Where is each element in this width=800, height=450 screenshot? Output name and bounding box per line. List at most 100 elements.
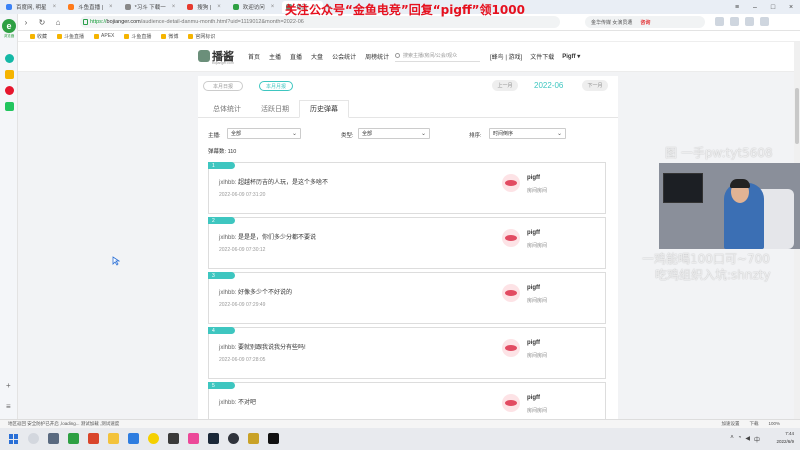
tab-overall[interactable]: 总体统计: [203, 100, 251, 118]
user-menu[interactable]: Pigff ▾: [562, 53, 580, 60]
avatar[interactable]: [502, 229, 520, 247]
chevron-up-icon[interactable]: ˄: [730, 435, 734, 444]
forward-icon[interactable]: ›: [20, 16, 32, 28]
tab-history-danmaku[interactable]: 历史弹幕: [299, 100, 349, 118]
header-link-game[interactable]: [蜂鸟 | 游戏]: [490, 52, 522, 61]
sender[interactable]: jxlhbb:: [219, 400, 236, 406]
start-menu-icon[interactable]: [9, 434, 19, 444]
recorder-app-icon[interactable]: [268, 433, 279, 444]
browser-logo-icon[interactable]: e: [2, 19, 16, 33]
anchor-name[interactable]: pigff: [527, 395, 540, 401]
scrollbar-thumb[interactable]: [795, 88, 799, 144]
sender[interactable]: jxlhbb:: [219, 345, 236, 351]
nav-market[interactable]: 大盘: [311, 52, 323, 61]
nav-weekly[interactable]: 周榜统计: [365, 52, 389, 61]
game-app-icon[interactable]: [188, 433, 199, 444]
maximize-icon[interactable]: □: [764, 0, 782, 14]
obs-app-icon[interactable]: [228, 433, 239, 444]
bookmarks-bar: 收藏 斗鱼直播 APEX 斗鱼直播 微博 官网标识: [0, 31, 800, 42]
extension-icon[interactable]: [715, 17, 724, 26]
browser-tab[interactable]: 欢迎访问 ×: [229, 1, 281, 13]
next-month-button[interactable]: 下一月: [582, 80, 608, 91]
avatar[interactable]: [502, 284, 520, 302]
volume-icon[interactable]: ◀: [745, 435, 750, 444]
media-app-icon[interactable]: [168, 433, 179, 444]
network-icon[interactable]: ◔: [738, 435, 742, 444]
sort-filter-select[interactable]: 时间倒序 ⌄: [489, 128, 566, 139]
folder-icon: [57, 33, 63, 39]
site-search-input[interactable]: 搜索主播/房间/公会/观众: [395, 50, 480, 62]
danmaku-message: jxlhbb: 要就别跟我说我分有些吗!: [219, 342, 306, 351]
site-logo[interactable]: 播酱 bojianger.com: [198, 48, 234, 65]
message-text: 不对吧: [238, 400, 257, 406]
nav-anchor[interactable]: 主播: [269, 52, 281, 61]
star-icon[interactable]: [5, 70, 14, 79]
menu-icon[interactable]: ≡: [6, 402, 11, 411]
close-icon[interactable]: ×: [53, 4, 57, 10]
browser-tab[interactable]: 斗鱼直播 | ×: [64, 1, 118, 13]
browser-tab[interactable]: 百度网, 明星 ×: [2, 1, 62, 13]
music-app-icon[interactable]: [148, 433, 159, 444]
bookmark-item[interactable]: 斗鱼直播: [57, 33, 84, 40]
stream-app-icon[interactable]: [248, 433, 259, 444]
bookmark-item[interactable]: APEX: [94, 33, 114, 39]
nav-live[interactable]: 直播: [290, 52, 302, 61]
sender[interactable]: jxlhbb:: [219, 235, 236, 241]
header-link-download[interactable]: 文件下载: [530, 52, 554, 61]
bookmark-item[interactable]: 官网标识: [188, 33, 215, 40]
folder-app-icon[interactable]: [108, 433, 119, 444]
close-window-icon[interactable]: ×: [782, 0, 800, 14]
home-icon[interactable]: ⌂: [52, 16, 64, 28]
browser-tab[interactable]: 搜狗 | ×: [183, 1, 226, 13]
app-icon[interactable]: [5, 102, 14, 111]
nav-guild[interactable]: 公会统计: [332, 52, 356, 61]
bookmark-item[interactable]: 斗鱼直播: [124, 33, 151, 40]
refresh-icon[interactable]: ↻: [36, 16, 48, 28]
browser-tab[interactable]: *习斗 下载一 ×: [121, 1, 182, 13]
browser-app-icon[interactable]: [68, 433, 79, 444]
menu-icon[interactable]: ≡: [728, 0, 746, 14]
ime-icon[interactable]: 中: [754, 435, 760, 444]
close-icon[interactable]: ×: [217, 4, 221, 10]
minimize-icon[interactable]: –: [746, 0, 764, 14]
anchor-name[interactable]: pigff: [527, 285, 540, 291]
add-icon[interactable]: +: [6, 381, 11, 390]
task-view-icon[interactable]: [48, 433, 59, 444]
steam-app-icon[interactable]: [208, 433, 219, 444]
prev-month-button[interactable]: 上一月: [492, 80, 518, 91]
favorites-icon[interactable]: [5, 54, 14, 63]
header-right: [蜂鸟 | 游戏] 文件下载 Pigff ▾: [490, 52, 580, 61]
anchor-name[interactable]: pigff: [527, 340, 540, 346]
nav-home[interactable]: 首页: [248, 52, 260, 61]
sender[interactable]: jxlhbb:: [219, 290, 236, 296]
status-accel[interactable]: 加速设置: [721, 421, 739, 427]
chat-app-icon[interactable]: [128, 433, 139, 444]
close-icon[interactable]: ×: [172, 4, 176, 10]
anchor-name[interactable]: pigff: [527, 230, 540, 236]
clock[interactable]: 7:44 2022/6/9: [776, 430, 794, 446]
tab-active-dates[interactable]: 活跃日期: [251, 100, 299, 118]
bookmark-item[interactable]: 收藏: [30, 33, 47, 40]
mode-monthly-pill[interactable]: 本月月报: [259, 81, 293, 91]
download-icon[interactable]: [730, 17, 739, 26]
avatar[interactable]: [502, 394, 520, 412]
status-zoom[interactable]: 100%: [768, 421, 780, 427]
close-icon[interactable]: ×: [109, 4, 113, 10]
settings-icon[interactable]: [745, 17, 754, 26]
browser-search-input[interactable]: 金华传媒 女演员遭 咨询: [585, 16, 705, 28]
close-icon[interactable]: ×: [271, 4, 275, 10]
search-icon[interactable]: [28, 433, 39, 444]
weibo-icon[interactable]: [5, 86, 14, 95]
anchor-filter-select[interactable]: 全部 ⌄: [227, 128, 301, 139]
user-icon[interactable]: [760, 17, 769, 26]
status-download[interactable]: 下载: [749, 421, 758, 427]
search-hot-label[interactable]: 咨询: [640, 19, 650, 26]
office-app-icon[interactable]: [88, 433, 99, 444]
bookmark-item[interactable]: 微博: [161, 33, 178, 40]
type-filter-select[interactable]: 全部 ⌄: [358, 128, 430, 139]
anchor-name[interactable]: pigff: [527, 175, 540, 181]
avatar[interactable]: [502, 339, 520, 357]
avatar[interactable]: [502, 174, 520, 192]
mode-daily-pill[interactable]: 本月日报: [203, 81, 243, 91]
sender[interactable]: jxlhbb:: [219, 180, 236, 186]
